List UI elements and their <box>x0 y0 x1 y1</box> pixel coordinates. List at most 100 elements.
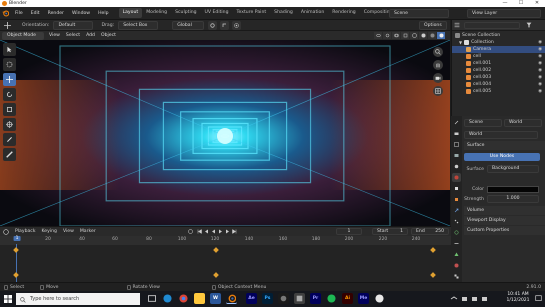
timeline-editor-type-icon[interactable] <box>0 228 12 235</box>
word-icon[interactable]: W <box>210 293 221 304</box>
solid-shading-icon[interactable] <box>419 32 427 39</box>
photoshop-icon[interactable]: Ps <box>262 293 273 304</box>
taskbar-clock[interactable]: 10:41 AM 1/12/2021 <box>504 292 532 304</box>
jump-start-icon[interactable] <box>196 228 203 235</box>
timeline-menu-playback[interactable]: Playback <box>12 229 39 234</box>
record-icon[interactable] <box>187 228 194 235</box>
surface-shader-dropdown[interactable]: Background <box>487 165 539 173</box>
wireframe-shading-icon[interactable] <box>410 32 418 39</box>
blender-menu-icon[interactable] <box>0 7 11 20</box>
cursor-tool[interactable] <box>3 58 16 71</box>
timeline-menu-view[interactable]: View <box>60 229 77 234</box>
keyframe-marker[interactable] <box>430 272 436 278</box>
viewport-menu-add[interactable]: Add <box>83 31 98 40</box>
prev-keyframe-icon[interactable] <box>203 228 210 235</box>
file-explorer-icon[interactable] <box>194 293 205 304</box>
viewport-display-section-header[interactable]: Viewport Display <box>464 216 545 225</box>
modifier-tab-icon[interactable] <box>452 206 461 215</box>
filter-icon[interactable] <box>524 22 534 28</box>
end-frame-field[interactable]: End 250 <box>411 228 449 235</box>
zoom-icon[interactable] <box>433 47 443 57</box>
outliner-scene-collection[interactable]: Scene Collection <box>452 32 545 39</box>
system-tray-icons[interactable] <box>446 293 494 304</box>
menu-window[interactable]: Window <box>68 7 94 20</box>
options-dropdown[interactable]: Options <box>419 21 447 30</box>
custom-properties-section-header[interactable]: Custom Properties <box>464 226 545 235</box>
timeline-menu-marker[interactable]: Marker <box>77 229 99 234</box>
viewport-menu-select[interactable]: Select <box>63 31 83 40</box>
workspace-tab-uv-editing[interactable]: UV Editing <box>201 8 233 18</box>
volume-section-header[interactable]: Volume <box>464 206 545 215</box>
menu-render[interactable]: Render <box>44 7 68 20</box>
view-layer-tab-icon[interactable] <box>452 151 461 160</box>
after-effects-icon[interactable]: Ae <box>246 293 257 304</box>
strength-field[interactable]: 1.000 <box>487 195 539 203</box>
app-icon[interactable] <box>278 293 289 304</box>
viewport-menu-view[interactable]: View <box>46 31 63 40</box>
rotate-tool[interactable] <box>3 88 16 101</box>
visibility-eye-icon[interactable]: ◉ <box>538 60 542 67</box>
annotate-tool[interactable] <box>3 133 16 146</box>
edge-browser-icon[interactable] <box>162 293 173 304</box>
perspective-grid-icon[interactable] <box>433 86 443 96</box>
move-tool[interactable] <box>3 73 16 86</box>
workspace-tab-shading[interactable]: Shading <box>270 8 297 18</box>
chrome-browser-icon[interactable] <box>178 293 189 304</box>
workspace-tab-layout[interactable]: Layout <box>118 8 143 18</box>
select-box-tool[interactable] <box>3 43 16 56</box>
outliner-item-cell-005[interactable]: cell.005 ◉ <box>452 88 545 95</box>
minimize-button[interactable]: — <box>497 0 513 7</box>
constraints-tab-icon[interactable] <box>452 239 461 248</box>
outliner-item-cell-002[interactable]: cell.002 ◉ <box>452 67 545 74</box>
outliner-item-collection[interactable]: ▼ Collection ◉ <box>452 39 545 46</box>
windows-start-icon[interactable] <box>4 295 12 303</box>
visibility-eye-icon[interactable]: ◉ <box>538 39 542 46</box>
blender-taskbar-icon[interactable] <box>226 293 237 304</box>
render-tab-icon[interactable] <box>452 129 461 138</box>
texture-tab-icon[interactable] <box>452 272 461 281</box>
jump-end-icon[interactable] <box>231 228 238 235</box>
orientation-dropdown[interactable]: Default <box>53 20 94 30</box>
material-shading-icon[interactable] <box>428 32 436 39</box>
notifications-icon[interactable] <box>533 293 544 304</box>
scene-datablock[interactable]: Scene <box>464 119 502 127</box>
workspace-tab-animation[interactable]: Animation <box>297 8 328 18</box>
world-datablock[interactable]: World <box>504 119 542 127</box>
snap-icon[interactable] <box>220 20 230 30</box>
physics-tab-icon[interactable] <box>452 228 461 237</box>
visibility-eye-icon[interactable]: ◉ <box>538 74 542 81</box>
measure-tool[interactable] <box>3 148 16 161</box>
illustrator-icon[interactable]: Ai <box>342 293 353 304</box>
visibility-eye-icon[interactable]: ◉ <box>538 88 542 95</box>
timeline-menu-keying[interactable]: Keying <box>39 229 60 234</box>
premiere-pro-icon[interactable]: Pr <box>310 293 321 304</box>
menu-edit[interactable]: Edit <box>27 7 44 20</box>
camera-view-icon[interactable] <box>433 73 443 83</box>
transform-tool[interactable] <box>3 118 16 131</box>
keyframe-marker[interactable] <box>430 247 436 253</box>
drag-dropdown[interactable]: Select Box <box>118 20 159 30</box>
taskbar-search-box[interactable]: Type here to search <box>16 293 140 305</box>
visibility-eye-icon[interactable]: ◉ <box>538 67 542 74</box>
scene-selector[interactable]: Scene <box>389 9 449 18</box>
outliner-item-cell[interactable]: cell ◉ <box>452 53 545 60</box>
use-nodes-button[interactable]: Use Nodes <box>464 153 540 161</box>
viewport-visibility-icon[interactable] <box>374 32 382 39</box>
viewport-menu-object[interactable]: Object <box>98 31 119 40</box>
workspace-tab-rendering[interactable]: Rendering <box>328 8 359 18</box>
visibility-eye-icon[interactable]: ◉ <box>538 46 542 53</box>
view-layer-selector[interactable]: View Layer <box>467 9 541 18</box>
transform-tool-icon[interactable] <box>0 21 14 29</box>
app-icon[interactable] <box>374 293 385 304</box>
scene-tab-icon[interactable] <box>452 162 461 171</box>
next-keyframe-icon[interactable] <box>224 228 231 235</box>
3d-viewport[interactable] <box>0 40 450 226</box>
keyframe-marker[interactable] <box>13 272 19 278</box>
workspace-tab-sculpting[interactable]: Sculpting <box>171 8 200 18</box>
visibility-eye-icon[interactable]: ◉ <box>538 81 542 88</box>
app-icon[interactable] <box>294 293 305 304</box>
proportional-edit-icon[interactable] <box>232 20 242 30</box>
keyframe-marker[interactable] <box>13 247 19 253</box>
pan-hand-icon[interactable] <box>433 60 443 70</box>
menu-help[interactable]: Help <box>94 7 112 20</box>
